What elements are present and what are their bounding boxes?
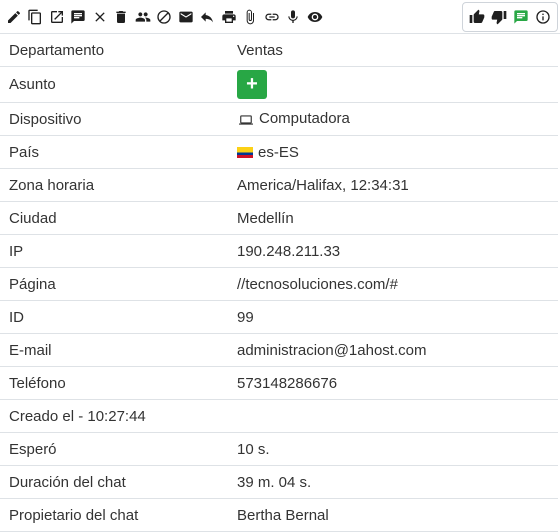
close-icon[interactable] bbox=[90, 7, 109, 26]
row-label-propietario: Propietario del chat bbox=[0, 498, 228, 532]
mail-icon[interactable] bbox=[176, 7, 195, 26]
table-row: Dispositivo Computadora bbox=[0, 102, 558, 136]
transfer-icon[interactable] bbox=[133, 7, 152, 26]
table-row: Página //tecnosoluciones.com/# bbox=[0, 267, 558, 301]
row-label-ciudad: Ciudad bbox=[0, 201, 228, 235]
device-text: Computadora bbox=[259, 110, 350, 128]
table-row: País es-ES bbox=[0, 135, 558, 169]
table-row: Departamento Ventas bbox=[0, 34, 558, 67]
row-label-espero: Esperó bbox=[0, 432, 228, 466]
row-value-email: administracion@1ahost.com bbox=[228, 333, 558, 367]
row-label-creado: Creado el - 10:27:44 bbox=[0, 399, 228, 433]
row-value-telefono: 573148286676 bbox=[228, 366, 558, 400]
delete-icon[interactable] bbox=[112, 7, 131, 26]
row-label-duracion: Duración del chat bbox=[0, 465, 228, 499]
table-row: IP 190.248.211.33 bbox=[0, 234, 558, 268]
add-subject-button[interactable]: + bbox=[237, 70, 267, 99]
print-icon[interactable] bbox=[219, 7, 238, 26]
transcript-icon[interactable] bbox=[69, 7, 88, 26]
reply-icon[interactable] bbox=[198, 7, 217, 26]
toolbar-actions bbox=[4, 0, 327, 33]
open-external-icon[interactable] bbox=[47, 7, 66, 26]
table-row: E-mail administracion@1ahost.com bbox=[0, 333, 558, 367]
row-label-asunto: Asunto bbox=[0, 66, 228, 103]
table-row: Creado el - 10:27:44 bbox=[0, 399, 558, 433]
attachment-icon[interactable] bbox=[241, 7, 260, 26]
copy-icon[interactable] bbox=[26, 7, 45, 26]
row-value-pagina: //tecnosoluciones.com/# bbox=[228, 267, 558, 301]
chat-info-table: Departamento Ventas Asunto + Dispositivo… bbox=[0, 34, 558, 532]
info-icon[interactable] bbox=[534, 8, 553, 27]
table-row: Zona horaria America/Halifax, 12:34:31 bbox=[0, 168, 558, 202]
thumbs-up-icon[interactable] bbox=[468, 8, 487, 27]
edit-icon[interactable] bbox=[4, 7, 23, 26]
row-value-ip: 190.248.211.33 bbox=[228, 234, 558, 268]
row-value-dispositivo: Computadora bbox=[228, 102, 558, 136]
row-label-dispositivo: Dispositivo bbox=[0, 102, 228, 136]
link-icon[interactable] bbox=[262, 7, 281, 26]
row-value-departamento: Ventas bbox=[228, 34, 558, 67]
chat-toolbar bbox=[0, 0, 560, 34]
locale-text: es-ES bbox=[258, 143, 299, 161]
table-row: Teléfono 573148286676 bbox=[0, 366, 558, 400]
row-label-departamento: Departamento bbox=[0, 34, 228, 67]
table-row: ID 99 bbox=[0, 300, 558, 334]
row-value-propietario: Bertha Bernal bbox=[228, 498, 558, 532]
row-value-zona-horaria: America/Halifax, 12:34:31 bbox=[228, 168, 558, 202]
row-value-espero: 10 s. bbox=[228, 432, 558, 466]
row-value-pais: es-ES bbox=[228, 135, 558, 169]
eye-icon[interactable] bbox=[305, 7, 324, 26]
microphone-icon[interactable] bbox=[284, 7, 303, 26]
table-row: Duración del chat 39 m. 04 s. bbox=[0, 465, 558, 499]
row-label-pais: País bbox=[0, 135, 228, 169]
vote-box bbox=[462, 2, 558, 32]
table-row: Ciudad Medellín bbox=[0, 201, 558, 235]
row-label-id: ID bbox=[0, 300, 228, 334]
row-label-email: E-mail bbox=[0, 333, 228, 367]
block-icon[interactable] bbox=[155, 7, 174, 26]
row-value-id: 99 bbox=[228, 300, 558, 334]
row-value-asunto: + bbox=[228, 66, 558, 103]
thumbs-down-icon[interactable] bbox=[490, 8, 509, 27]
laptop-icon bbox=[237, 111, 255, 128]
row-value-creado bbox=[228, 399, 558, 433]
row-label-ip: IP bbox=[0, 234, 228, 268]
row-value-ciudad: Medellín bbox=[228, 201, 558, 235]
table-row: Esperó 10 s. bbox=[0, 432, 558, 466]
row-label-telefono: Teléfono bbox=[0, 366, 228, 400]
row-label-pagina: Página bbox=[0, 267, 228, 301]
table-row: Asunto + bbox=[0, 66, 558, 103]
table-row: Propietario del chat Bertha Bernal bbox=[0, 498, 558, 532]
chat-note-icon[interactable] bbox=[512, 8, 531, 27]
row-label-zona-horaria: Zona horaria bbox=[0, 168, 228, 202]
colombia-flag-icon bbox=[237, 147, 253, 159]
row-value-duracion: 39 m. 04 s. bbox=[228, 465, 558, 499]
